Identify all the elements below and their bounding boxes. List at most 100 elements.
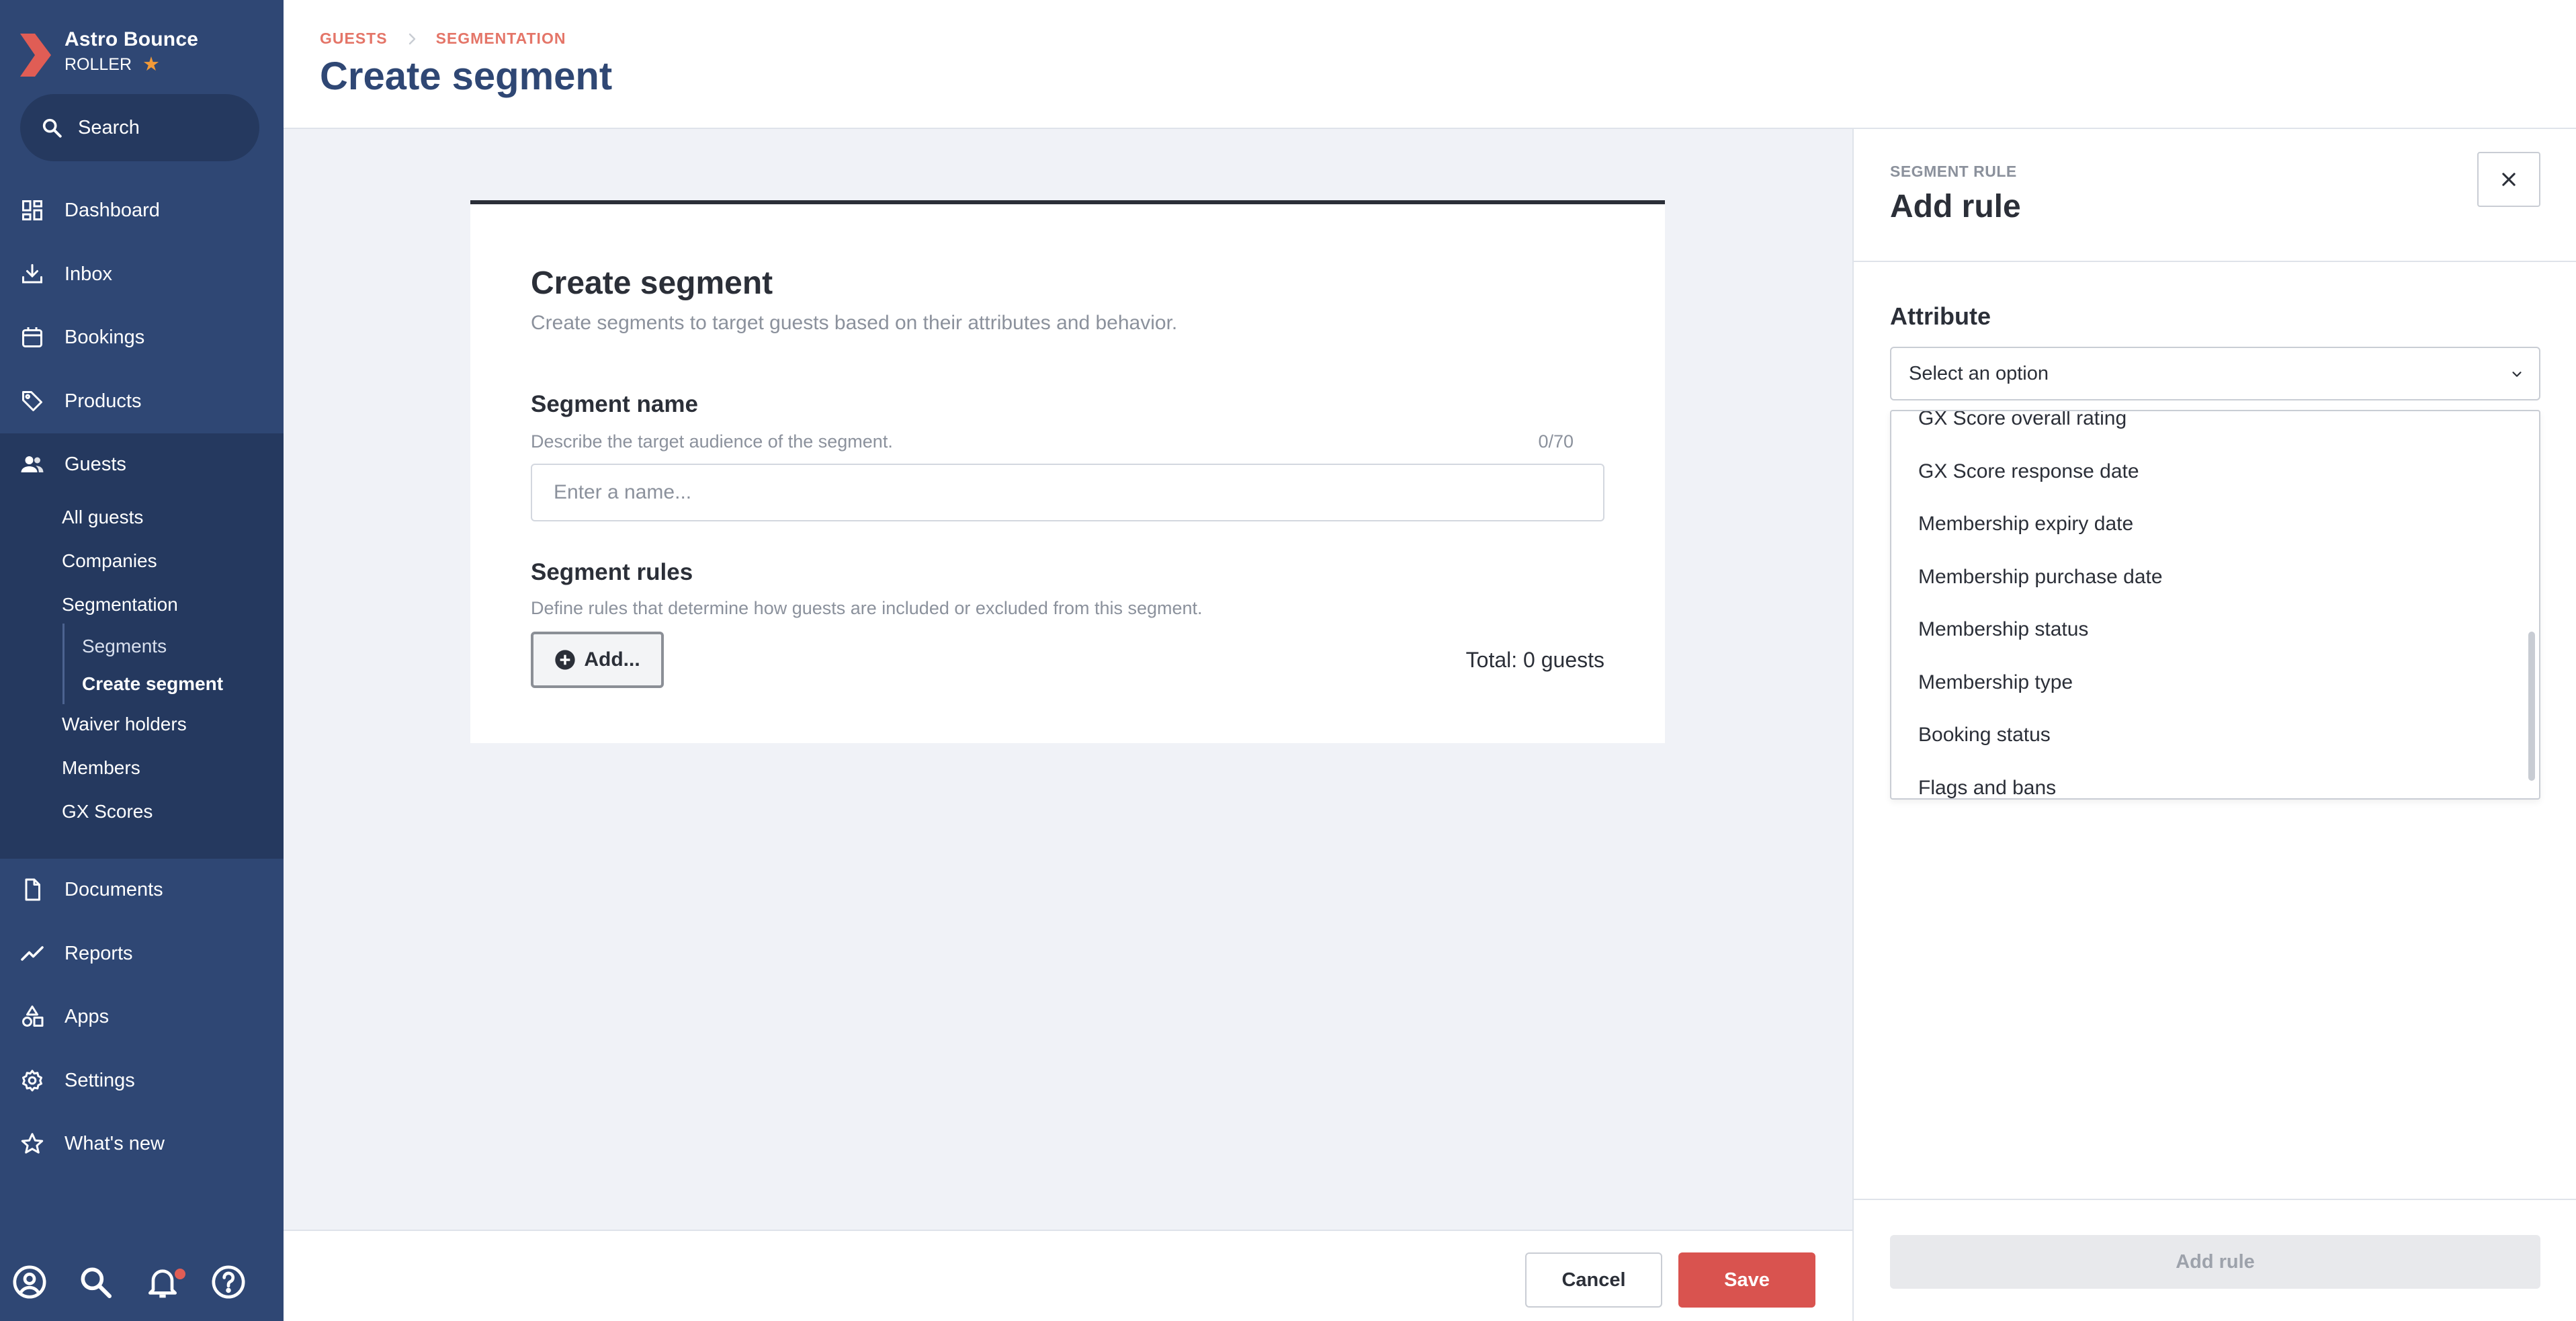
- sidebar-item-companies[interactable]: Companies: [62, 550, 157, 572]
- users-icon: [21, 456, 44, 472]
- page-footer: Cancel Save: [284, 1230, 1852, 1321]
- attribute-select[interactable]: Select an option: [1890, 347, 2540, 400]
- sidebar-item-label: Settings: [65, 1069, 135, 1091]
- sidebar-item-dashboard[interactable]: Dashboard: [0, 179, 284, 241]
- sidebar-item-all-guests[interactable]: All guests: [62, 507, 143, 528]
- star-outline-icon: [21, 1133, 44, 1154]
- shapes-icon: [22, 1005, 44, 1027]
- sidebar-item-documents[interactable]: Documents: [0, 859, 284, 921]
- page-header: GUESTS SEGMENTATION Create segment: [284, 0, 2576, 129]
- panel-footer-divider: [1854, 1199, 2576, 1200]
- add-button-label: Add...: [584, 648, 640, 671]
- total-guests: Total: 0 guests: [1465, 648, 1604, 672]
- plus-circle-icon: [555, 650, 575, 670]
- save-button[interactable]: Save: [1678, 1252, 1815, 1308]
- sidebar-item-segments[interactable]: Segments: [82, 636, 167, 657]
- segment-rules-label: Segment rules: [531, 559, 693, 585]
- search-label: Search: [78, 116, 140, 138]
- sidebar-item-label: Documents: [65, 878, 163, 900]
- attribute-label: Attribute: [1890, 302, 1991, 330]
- segment-rules-hint: Define rules that determine how guests a…: [531, 598, 1203, 618]
- sidebar-item-bookings[interactable]: Bookings: [0, 306, 284, 368]
- sidebar-item-label: Inbox: [65, 263, 112, 285]
- create-segment-card: Create segment Create segments to target…: [470, 200, 1665, 743]
- add-rule-panel: SEGMENT RULE Add rule Attribute Select a…: [1852, 129, 2576, 1321]
- sidebar-item-products[interactable]: Products: [0, 370, 284, 432]
- dropdown-scrollbar[interactable]: [2528, 632, 2535, 781]
- sidebar-item-label: What's new: [65, 1132, 165, 1154]
- gear-icon: [22, 1070, 42, 1092]
- segment-name-hint: Describe the target audience of the segm…: [531, 431, 893, 452]
- panel-divider: [1854, 261, 2576, 262]
- breadcrumb-guests[interactable]: GUESTS: [320, 30, 388, 48]
- help-icon[interactable]: [210, 1263, 247, 1301]
- sidebar-item-whats-new[interactable]: What's new: [0, 1113, 284, 1175]
- sidebar-item-label: Dashboard: [65, 199, 160, 221]
- sidebar-item-apps[interactable]: Apps: [0, 986, 284, 1048]
- sidebar-search[interactable]: Search: [20, 94, 259, 161]
- sidebar-item-settings[interactable]: Settings: [0, 1050, 284, 1111]
- option-gx-score-overall-rating[interactable]: GX Score overall rating: [1891, 411, 2523, 445]
- chevron-down-icon: [2512, 372, 2522, 377]
- select-value: Select an option: [1909, 362, 2049, 384]
- attribute-options-dropdown[interactable]: GX Score overall rating GX Score respons…: [1890, 410, 2540, 800]
- option-booking-status[interactable]: Booking status: [1891, 709, 2523, 762]
- close-panel-button[interactable]: [2477, 152, 2540, 207]
- main-content: Create segment Create segments to target…: [284, 129, 1852, 1231]
- breadcrumb-segmentation[interactable]: SEGMENTATION: [436, 30, 566, 48]
- submenu-indent-line: [62, 624, 65, 704]
- sidebar-item-label: Products: [65, 390, 142, 412]
- trend-icon: [21, 946, 44, 961]
- brand[interactable]: Astro Bounce ROLLER ★: [19, 27, 274, 81]
- close-icon: [2502, 173, 2516, 186]
- inbox-icon: [22, 264, 42, 284]
- star-icon: ★: [142, 54, 160, 75]
- search-icon[interactable]: [77, 1263, 114, 1301]
- segment-name-input[interactable]: [531, 464, 1604, 521]
- card-description: Create segments to target guests based o…: [531, 312, 1178, 334]
- card-title: Create segment: [531, 265, 773, 301]
- option-gx-score-response-date[interactable]: GX Score response date: [1891, 445, 2523, 499]
- account-icon[interactable]: [11, 1263, 48, 1301]
- roller-logo-icon: [20, 34, 51, 77]
- option-flags-and-bans[interactable]: Flags and bans: [1891, 762, 2523, 798]
- bell-icon[interactable]: [144, 1263, 181, 1301]
- segment-name-label: Segment name: [531, 391, 698, 417]
- tag-icon: [22, 391, 42, 411]
- cancel-button[interactable]: Cancel: [1525, 1252, 1662, 1308]
- sidebar-item-segmentation[interactable]: Segmentation: [62, 594, 178, 615]
- dashboard-icon: [22, 200, 42, 220]
- sidebar: Astro Bounce ROLLER ★ Search Dashboard I…: [0, 0, 284, 1321]
- notification-dot: [175, 1269, 185, 1279]
- sidebar-item-create-segment[interactable]: Create segment: [82, 673, 223, 695]
- search-icon: [42, 118, 62, 138]
- option-membership-purchase-date[interactable]: Membership purchase date: [1891, 551, 2523, 604]
- page-title: Create segment: [320, 54, 613, 98]
- options-list: GX Score overall rating GX Score respons…: [1891, 411, 2523, 798]
- add-rule-button[interactable]: Add rule: [1890, 1235, 2540, 1289]
- option-membership-expiry-date[interactable]: Membership expiry date: [1891, 498, 2523, 551]
- brand-subtitle: ROLLER: [65, 55, 132, 74]
- sidebar-item-guests[interactable]: Guests: [0, 433, 284, 495]
- panel-title: Add rule: [1890, 189, 2021, 224]
- brand-name: Astro Bounce: [65, 28, 199, 50]
- option-membership-type[interactable]: Membership type: [1891, 656, 2523, 710]
- sidebar-item-label: Bookings: [65, 326, 145, 348]
- add-rule-menu-button[interactable]: Add...: [531, 632, 664, 688]
- sidebar-item-members[interactable]: Members: [62, 757, 140, 779]
- option-membership-status[interactable]: Membership status: [1891, 603, 2523, 656]
- segment-name-counter: 0/70: [1538, 431, 1574, 452]
- sidebar-item-inbox[interactable]: Inbox: [0, 243, 284, 305]
- sidebar-item-label: Reports: [65, 942, 133, 964]
- sidebar-item-gx-scores[interactable]: GX Scores: [62, 801, 153, 822]
- calendar-icon: [22, 327, 42, 347]
- sidebar-bottom-bar: [0, 1263, 284, 1310]
- breadcrumb: GUESTS SEGMENTATION: [320, 30, 566, 48]
- sidebar-item-label: Guests: [65, 453, 126, 475]
- document-icon: [25, 878, 40, 901]
- panel-kicker: SEGMENT RULE: [1890, 163, 2017, 180]
- chevron-right-icon: [409, 33, 415, 44]
- sidebar-item-reports[interactable]: Reports: [0, 923, 284, 984]
- sidebar-item-label: Apps: [65, 1005, 110, 1027]
- sidebar-item-waiver-holders[interactable]: Waiver holders: [62, 714, 187, 735]
